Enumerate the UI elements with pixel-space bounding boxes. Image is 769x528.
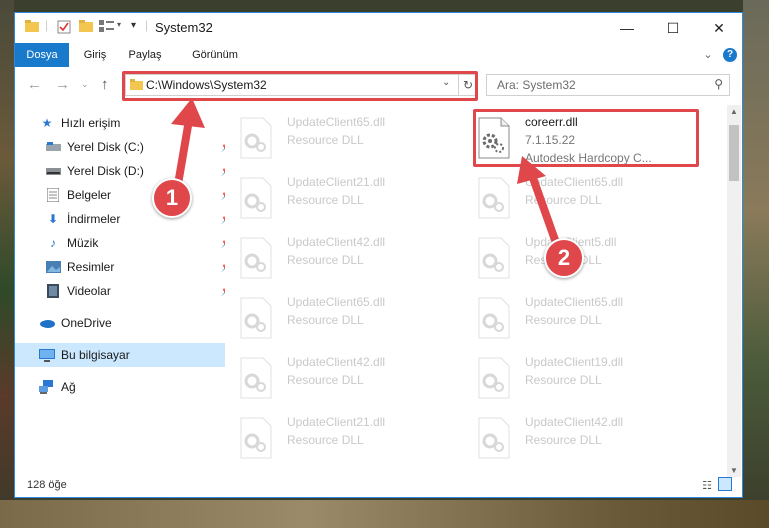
step-1-badge: 1	[152, 178, 192, 218]
arrow-2	[517, 156, 564, 258]
annotation-arrows	[171, 98, 564, 258]
step-2-badge: 2	[544, 238, 584, 278]
